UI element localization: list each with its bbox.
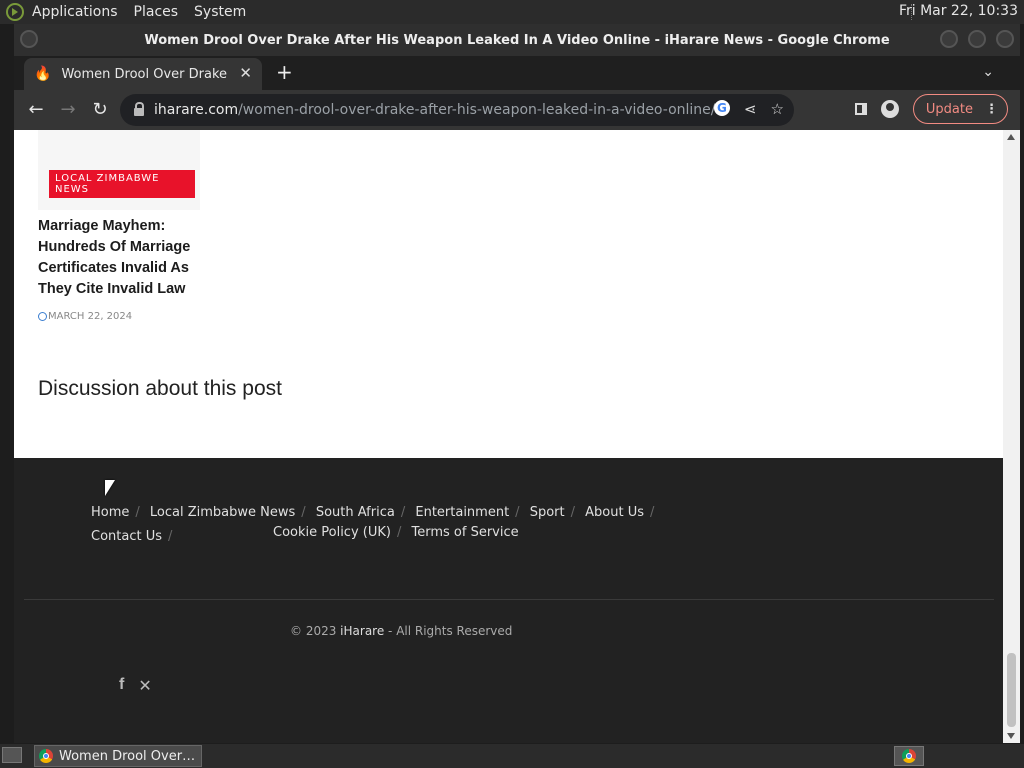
footer-link-home[interactable]: Home: [91, 505, 129, 520]
site-footer: Home / Local Zimbabwe News / South Africa /…: [14, 458, 1003, 743]
menu-applications[interactable]: Applications: [32, 4, 118, 20]
copyright-text: © 2023 iHarare - All Rights Reserved: [290, 624, 512, 638]
x-icon[interactable]: ✕: [138, 676, 151, 695]
scroll-up-arrow-icon[interactable]: [1007, 134, 1015, 140]
side-panel-icon[interactable]: [854, 103, 867, 115]
update-button[interactable]: Update ⋮: [912, 94, 1008, 124]
nav-separator: /: [515, 505, 520, 520]
close-tab-icon[interactable]: ✕: [239, 64, 252, 82]
window-menu-icon[interactable]: [20, 30, 38, 48]
nav-separator: /: [168, 529, 173, 544]
clock-icon: [38, 312, 47, 321]
maximize-icon[interactable]: [968, 30, 986, 48]
menu-system[interactable]: System: [194, 4, 246, 20]
footer-link-local-zimbabwe-news[interactable]: Local Zimbabwe News: [150, 505, 295, 520]
update-label: Update: [925, 101, 973, 117]
bottom-taskbar: Women Drool Over Drake After His Weapon …: [0, 744, 1024, 768]
article-date-text: MARCH 22, 2024: [48, 311, 133, 322]
page-scrollbar[interactable]: [1003, 130, 1020, 743]
back-arrow-icon[interactable]: ←: [24, 99, 48, 120]
kebab-menu-icon[interactable]: ⋮: [985, 102, 998, 117]
menu-places[interactable]: Places: [134, 4, 179, 20]
url-path: /women-drool-over-drake-after-his-weapon…: [238, 102, 716, 118]
tab-title: Women Drool Over Drake After His Weapon …: [61, 66, 229, 82]
article-title-link[interactable]: Marriage Mayhem: Hundreds Of Marriage Ce…: [38, 216, 198, 300]
footer-link-terms-of-service[interactable]: Terms of Service: [412, 525, 519, 540]
os-top-panel: Applications Places System Fri Mar 22, 1…: [0, 0, 1024, 24]
nav-separator: /: [650, 505, 655, 520]
facebook-icon[interactable]: f: [119, 676, 124, 695]
new-tab-button[interactable]: +: [276, 60, 293, 84]
copyright-suffix: - All Rights Reserved: [384, 624, 513, 638]
window-titlebar[interactable]: Women Drool Over Drake After His Weapon …: [14, 24, 1020, 56]
footer-link-sport[interactable]: Sport: [530, 505, 565, 520]
close-window-icon[interactable]: [996, 30, 1014, 48]
lock-icon[interactable]: [134, 102, 144, 116]
footer-link-about-us[interactable]: About Us: [585, 505, 644, 520]
footer-nav-row2: Cookie Policy (UK) / Terms of Service: [273, 525, 519, 540]
chrome-tray-icon: [902, 749, 916, 763]
tab-active[interactable]: 🔥 Women Drool Over Drake After His Weapo…: [24, 58, 262, 90]
nav-separator: /: [396, 525, 402, 540]
footer-link-contact-us[interactable]: Contact Us: [91, 529, 162, 544]
copyright-brand-link[interactable]: iHarare: [340, 624, 384, 638]
footer-link-south-africa[interactable]: South Africa: [316, 505, 395, 520]
reload-icon[interactable]: ↻: [88, 99, 112, 120]
panel-clock[interactable]: Fri Mar 22, 10:33: [899, 3, 1018, 19]
bookmark-star-icon[interactable]: ☆: [771, 100, 784, 118]
window-title: Women Drool Over Drake After His Weapon …: [144, 32, 890, 48]
mouse-cursor-icon: [105, 480, 115, 496]
taskbar-item-label: Women Drool Over Drake After His Weapon …: [59, 748, 197, 764]
google-lens-icon[interactable]: G: [713, 100, 730, 116]
chrome-icon: [39, 749, 53, 763]
share-icon[interactable]: ⋖: [744, 100, 757, 118]
tab-search-chevron-icon[interactable]: ⌄: [982, 64, 994, 80]
tab-strip: 🔥 Women Drool Over Drake After His Weapo…: [14, 56, 1020, 90]
os-logo-icon[interactable]: [6, 3, 24, 21]
social-links: f ✕: [119, 676, 152, 695]
category-badge[interactable]: LOCAL ZIMBABWE NEWS: [49, 170, 195, 198]
nav-separator: /: [570, 505, 575, 520]
fire-favicon-icon: 🔥: [34, 66, 52, 82]
show-desktop-icon[interactable]: [2, 747, 22, 763]
minimize-icon[interactable]: [940, 30, 958, 48]
address-bar[interactable]: iharare.com/women-drool-over-drake-after…: [120, 94, 794, 126]
nav-separator: /: [135, 505, 140, 520]
footer-divider: [24, 599, 994, 600]
discussion-heading: Discussion about this post: [38, 377, 282, 400]
page-content: LOCAL ZIMBABWE NEWS Marriage Mayhem: Hun…: [14, 130, 1003, 743]
url-host: iharare.com: [154, 102, 239, 118]
article-date: MARCH 22, 2024: [38, 311, 132, 322]
nav-separator: /: [301, 505, 306, 520]
copyright-prefix: © 2023: [290, 624, 341, 638]
taskbar-item-chrome[interactable]: Women Drool Over Drake After His Weapon …: [34, 745, 202, 767]
profile-icon[interactable]: [880, 100, 899, 118]
footer-link-entertainment[interactable]: Entertainment: [415, 505, 509, 520]
footer-link-cookie-policy[interactable]: Cookie Policy (UK): [273, 525, 391, 540]
forward-arrow-icon[interactable]: →: [56, 99, 80, 120]
nav-separator: /: [400, 505, 406, 520]
scrollbar-thumb[interactable]: [1007, 653, 1016, 727]
browser-toolbar: ← → ↻ iharare.com/women-drool-over-drake…: [14, 90, 1020, 130]
workspace-switcher-chrome[interactable]: [894, 746, 924, 766]
scroll-down-arrow-icon[interactable]: [1007, 733, 1015, 739]
